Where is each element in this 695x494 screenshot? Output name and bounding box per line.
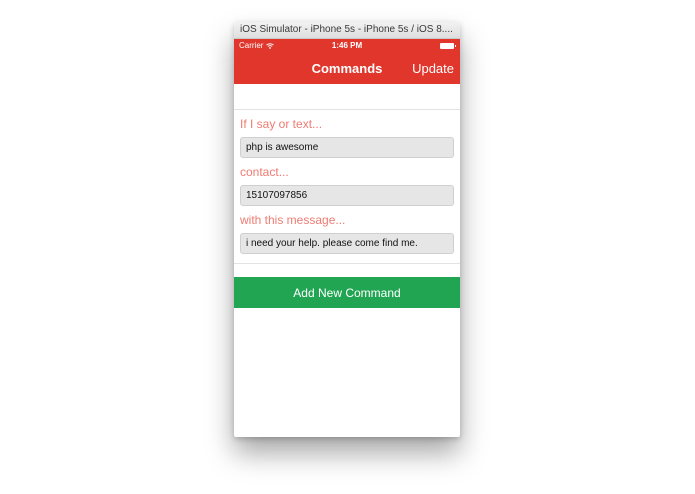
status-time: 1:46 PM: [331, 41, 363, 50]
window-title: iOS Simulator - iPhone 5s - iPhone 5s / …: [234, 22, 460, 39]
navigation-bar: Carrier 1:46 PM Commands Update: [234, 39, 460, 84]
add-new-command-button[interactable]: Add New Command: [234, 277, 460, 308]
trigger-label: If I say or text...: [240, 117, 323, 131]
message-label: with this message...: [240, 213, 346, 227]
bottom-divider: [234, 263, 460, 264]
battery-icon: [440, 43, 456, 49]
message-input[interactable]: [240, 233, 454, 254]
trigger-input[interactable]: [240, 137, 454, 158]
top-spacer: [234, 84, 460, 109]
status-bar: Carrier 1:46 PM: [234, 39, 460, 53]
main-content: If I say or text... contact... with this…: [234, 84, 460, 308]
update-button[interactable]: Update: [412, 61, 454, 76]
contact-label: contact...: [240, 165, 289, 179]
command-form: If I say or text... contact... with this…: [234, 110, 460, 254]
contact-input[interactable]: [240, 185, 454, 206]
simulator-window: iOS Simulator - iPhone 5s - iPhone 5s / …: [234, 22, 460, 437]
